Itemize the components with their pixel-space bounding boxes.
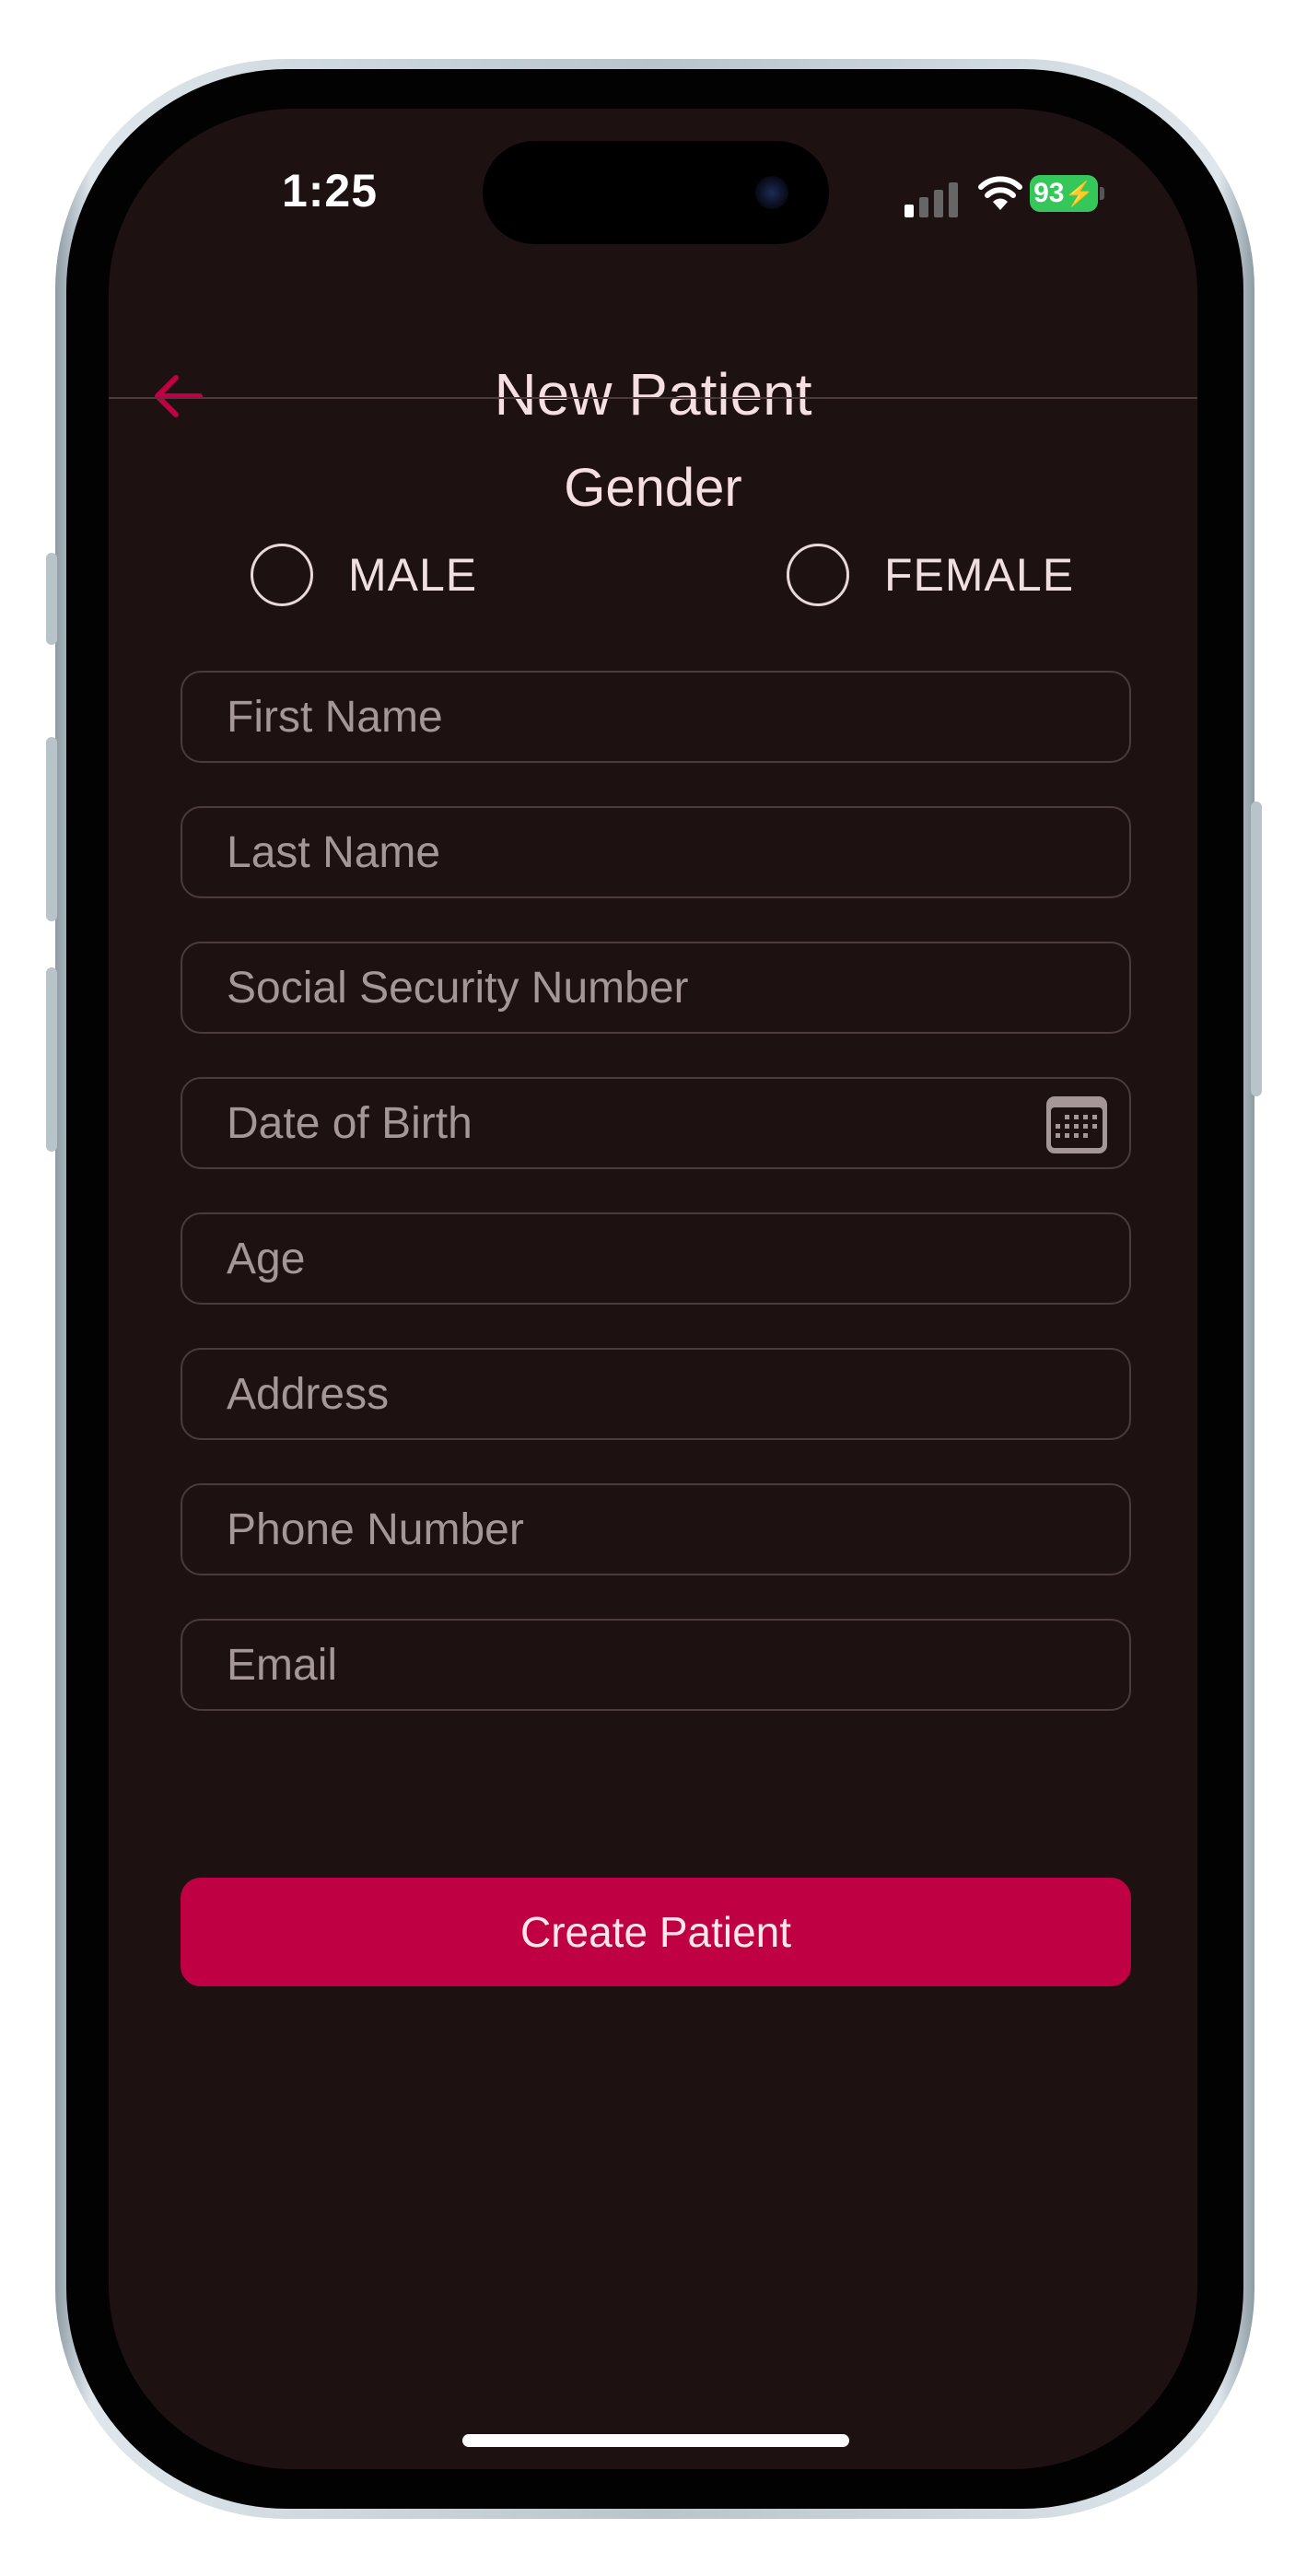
last-name-field[interactable]	[181, 806, 1131, 898]
dynamic-island	[483, 141, 829, 244]
gender-option-female[interactable]: FEMALE	[787, 540, 1074, 610]
email-input[interactable]	[182, 1621, 1129, 1709]
ssn-field[interactable]	[181, 942, 1131, 1034]
wifi-icon	[978, 176, 1022, 210]
first-name-input[interactable]	[182, 673, 1129, 761]
address-input[interactable]	[182, 1350, 1129, 1438]
email-field[interactable]	[181, 1619, 1131, 1711]
age-field[interactable]	[181, 1212, 1131, 1305]
action-button	[46, 553, 57, 645]
date-of-birth-field[interactable]	[181, 1077, 1131, 1169]
gender-option-male[interactable]: MALE	[251, 540, 477, 610]
volume-up-button	[46, 737, 57, 921]
volume-down-button	[46, 967, 57, 1152]
power-button	[1251, 802, 1262, 1096]
radio-circle-icon[interactable]	[787, 544, 849, 606]
last-name-input[interactable]	[182, 808, 1129, 896]
phone-number-field[interactable]	[181, 1483, 1131, 1575]
phone-number-input[interactable]	[182, 1485, 1129, 1574]
header-divider	[109, 397, 1197, 399]
age-input[interactable]	[182, 1214, 1129, 1303]
gender-option-label: MALE	[348, 549, 478, 601]
calendar-button[interactable]	[1044, 1095, 1109, 1155]
battery-icon: 93 ⚡	[1030, 175, 1104, 212]
first-name-field[interactable]	[181, 671, 1131, 763]
radio-circle-icon[interactable]	[251, 544, 313, 606]
calendar-icon	[1046, 1096, 1107, 1153]
gender-label: Gender	[564, 458, 742, 518]
screen: 1:25 93 ⚡ New Patient Gender MALE FEMALE…	[109, 109, 1197, 2469]
page-title: New Patient	[494, 361, 812, 427]
signal-icon	[904, 181, 960, 217]
ssn-input[interactable]	[182, 943, 1129, 1032]
home-indicator[interactable]	[462, 2434, 849, 2447]
nav-header: New Patient	[109, 344, 1197, 454]
create-patient-button[interactable]: Create Patient	[181, 1878, 1131, 1986]
address-field[interactable]	[181, 1348, 1131, 1440]
battery-level: 93	[1033, 178, 1065, 208]
status-time: 1:25	[281, 165, 379, 217]
gender-option-label: FEMALE	[884, 549, 1075, 601]
date-of-birth-input[interactable]	[182, 1079, 1129, 1167]
camera-icon	[755, 176, 788, 209]
